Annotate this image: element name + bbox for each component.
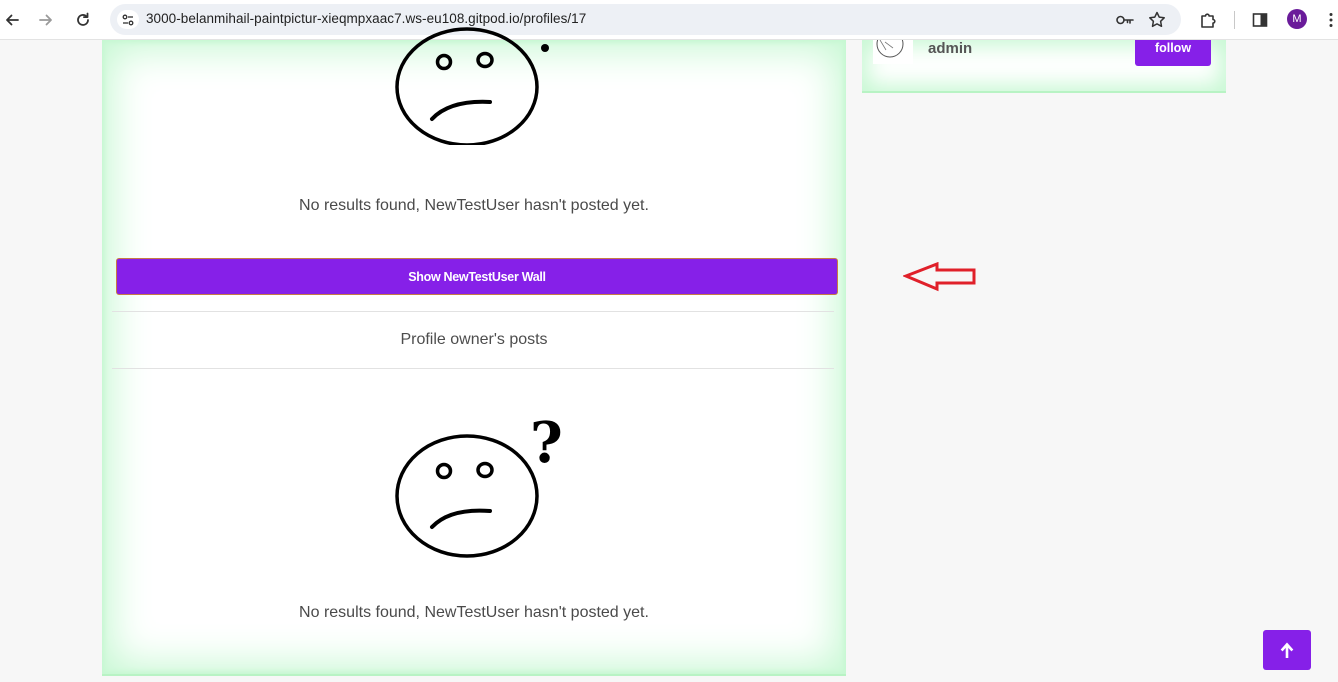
user-avatar[interactable] bbox=[873, 40, 913, 64]
section-title: Profile owner's posts bbox=[400, 331, 548, 348]
address-bar[interactable]: 3000-belanmihail-paintpictur-xieqmpxaac7… bbox=[110, 4, 1181, 35]
sad-face-icon: ? bbox=[395, 412, 562, 558]
empty-posts-message: No results found, NewTestUser hasn't pos… bbox=[299, 604, 649, 621]
profile-avatar[interactable]: M bbox=[1287, 9, 1307, 29]
extensions-button[interactable] bbox=[1197, 9, 1219, 31]
star-icon[interactable] bbox=[1147, 10, 1167, 30]
key-icon[interactable] bbox=[1115, 11, 1135, 29]
profile-posts-card: No results found, NewTestUser hasn't pos… bbox=[102, 27, 846, 676]
sidebar-icon bbox=[1252, 13, 1268, 27]
divider bbox=[112, 311, 834, 312]
toolbar-separator bbox=[1234, 11, 1235, 29]
browser-toolbar: 3000-belanmihail-paintpictur-xieqmpxaac7… bbox=[0, 0, 1338, 40]
divider bbox=[112, 368, 834, 369]
popular-profile-card: admin follow bbox=[862, 40, 1226, 93]
reload-button[interactable] bbox=[72, 9, 94, 31]
empty-posts-message: No results found, NewTestUser hasn't pos… bbox=[299, 197, 649, 214]
reload-icon bbox=[77, 12, 89, 26]
scroll-top-button[interactable] bbox=[1263, 630, 1311, 670]
back-button[interactable] bbox=[1, 9, 23, 31]
sad-face-icon bbox=[395, 27, 549, 145]
show-wall-button[interactable]: Show NewTestUser Wall bbox=[116, 258, 838, 295]
browser-menu-button[interactable] bbox=[1320, 9, 1338, 31]
arrow-up-icon bbox=[1280, 642, 1294, 658]
arrow-right-icon bbox=[39, 14, 52, 26]
arrow-left-icon bbox=[6, 14, 19, 26]
tune-icon bbox=[122, 14, 134, 25]
side-panel-button[interactable] bbox=[1249, 9, 1271, 31]
site-info-button[interactable] bbox=[117, 10, 139, 29]
forward-button[interactable] bbox=[35, 9, 57, 31]
puzzle-icon bbox=[1201, 13, 1216, 28]
question-mark: ? bbox=[530, 412, 562, 476]
follow-button[interactable]: follow bbox=[1135, 40, 1211, 66]
username[interactable]: admin bbox=[928, 40, 972, 57]
avatar-sketch-icon bbox=[876, 40, 904, 58]
red-arrow-icon bbox=[903, 262, 976, 292]
kebab-menu-icon bbox=[1329, 13, 1333, 27]
